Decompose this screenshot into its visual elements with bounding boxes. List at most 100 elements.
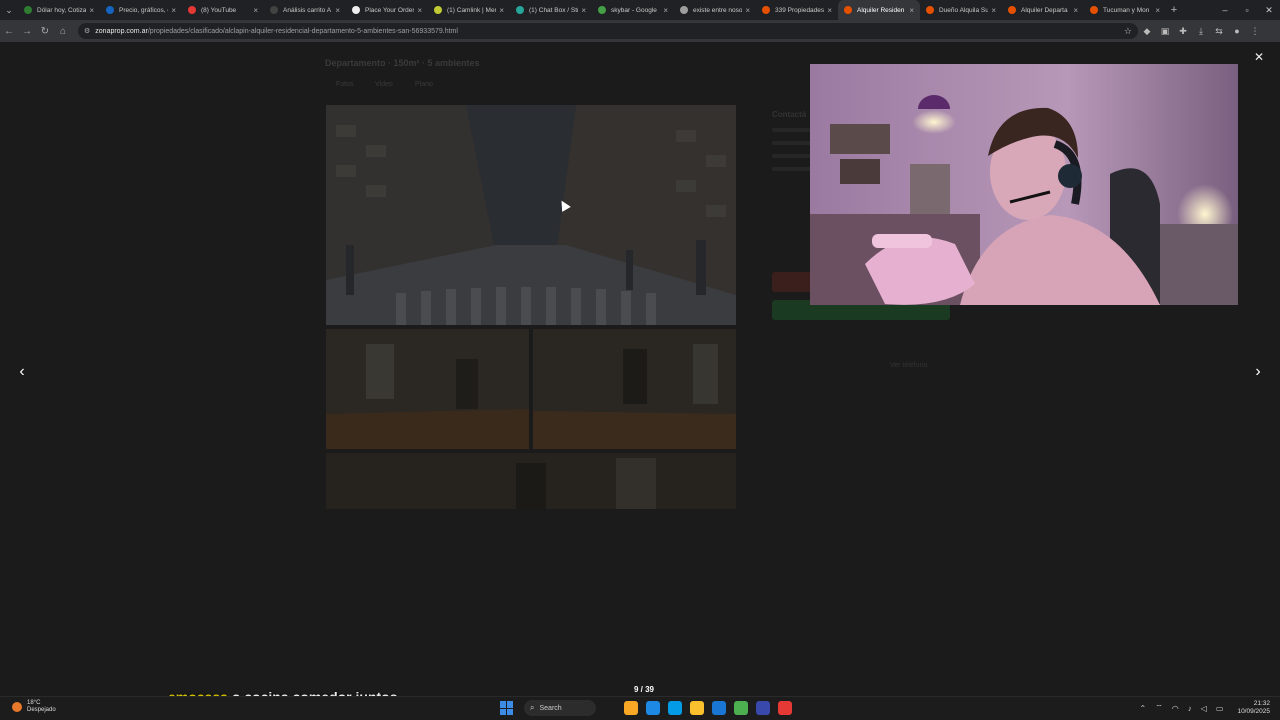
previous-photo-button[interactable]: ‹ [10,360,34,384]
site-info-icon[interactable]: ⚙ [84,27,90,35]
wifi-icon[interactable]: ◠ [1172,704,1179,713]
tab-label: Dólar hoy, Cotiza [37,6,87,14]
tab-favicon-icon [434,6,442,14]
browser-tab[interactable]: Alquiler Departa × [1002,0,1084,20]
browser-tab[interactable]: Precio, gráficos, c × [100,0,182,20]
start-windows-icon[interactable] [500,701,514,715]
listing-photo-room[interactable] [326,453,736,509]
url-host: zonaprop.com.ar [95,27,148,35]
browser-tab[interactable]: (1) Chat Box / Str × [510,0,592,20]
chevron-up-icon[interactable]: ⌃ [1140,704,1147,713]
home-button[interactable]: ⌂ [54,26,72,37]
close-window-button[interactable]: ✕ [1258,0,1280,20]
browser-tab-strip: ⌄ Dólar hoy, Cotiza × Precio, gráficos, c ×… [0,0,1280,20]
minimize-button[interactable]: – [1214,0,1236,20]
profile-avatar[interactable]: ● [1228,26,1246,36]
pinned-app-icon[interactable] [756,701,770,715]
tab-close-icon[interactable]: × [171,6,176,15]
search-label: Search [539,704,562,712]
browser-tab[interactable]: Dólar hoy, Cotiza × [18,0,100,20]
volume-icon[interactable]: ◁ [1201,704,1207,713]
weather-widget[interactable]: 18°C Despejado [12,700,56,714]
pinned-app-icon[interactable] [624,701,638,715]
close-lightbox-button[interactable]: ✕ [1254,50,1264,64]
tab-video[interactable]: Video [375,81,393,88]
pinned-app-icon[interactable] [668,701,682,715]
pinned-app-icon[interactable] [734,701,748,715]
download-icon[interactable]: ⤓ [1192,26,1210,37]
browser-tab[interactable]: (1) Camlink | Men × [428,0,510,20]
tab-close-icon[interactable]: × [581,6,586,15]
clock-time: 21:32 [1253,700,1270,707]
browser-tab[interactable]: skybar - Google × [592,0,674,20]
tab-favicon-icon [1008,6,1016,14]
menu-icon[interactable]: ⋮ [1246,26,1264,37]
tab-label: Alquiler Departa [1021,6,1068,14]
listing-photo-street[interactable] [326,105,736,325]
clock[interactable]: 21:32 10/09/2025 [1237,700,1270,716]
browser-tab[interactable]: Dueño Alquila Su × [920,0,1002,20]
tab-label: Precio, gráficos, c [119,6,169,14]
window-controls: – ▫ ✕ [1214,0,1280,20]
pinned-app-icon[interactable] [646,701,660,715]
new-tab-button[interactable]: + [1166,4,1182,16]
browser-tab[interactable]: existe entre noso × [674,0,756,20]
tab-photos[interactable]: Fotos [336,81,354,88]
tab-close-icon[interactable]: × [1073,6,1078,15]
maximize-button[interactable]: ▫ [1236,0,1258,20]
webcam-overlay [810,64,1238,305]
tab-favicon-icon [352,6,360,14]
extension-icon[interactable]: ▣ [1156,26,1174,37]
network-icon[interactable]: ⌔ [1155,703,1163,713]
tab-label: Análisis carrito A [283,6,332,14]
back-button[interactable]: ← [0,26,18,37]
tabs-container: Dólar hoy, Cotiza × Precio, gráficos, c × (8… [18,0,1166,20]
tab-close-icon[interactable]: × [335,6,340,15]
pinned-app-icon[interactable] [778,701,792,715]
tab-label: Dueño Alquila Su [939,6,989,14]
search-icon: ⌕ [530,703,535,712]
tab-close-icon[interactable]: × [745,6,750,15]
battery-icon[interactable]: ▭ [1216,704,1224,713]
tab-label: (8) YouTube [201,6,237,14]
browser-tab[interactable]: Análisis carrito A × [264,0,346,20]
tab-close-icon[interactable]: × [253,6,258,15]
tab-favicon-icon [516,6,524,14]
browser-tab[interactable]: 339 Propiedades × [756,0,838,20]
extension-icon[interactable]: ◆ [1138,26,1156,37]
microphone-icon[interactable]: ♪ [1188,704,1192,713]
address-bar[interactable]: ⚙ zonaprop.com.ar /propiedades/clasifica… [78,23,1138,39]
tab-close-icon[interactable]: × [909,6,914,15]
browser-tab[interactable]: Place Your Order × [346,0,428,20]
next-photo-button[interactable]: › [1246,360,1270,384]
tab-close-icon[interactable]: × [89,6,94,15]
tab-close-icon[interactable]: × [499,6,504,15]
tab-favicon-icon [844,6,852,14]
pinned-app-icon[interactable] [690,701,704,715]
pinned-app-icon[interactable] [712,701,726,715]
tab-plan[interactable]: Plano [415,81,433,88]
tab-cast-icon[interactable]: ⇆ [1210,26,1228,37]
tab-favicon-icon [598,6,606,14]
listing-photo-room[interactable] [326,329,529,449]
tab-search-icon[interactable]: ⌄ [0,0,18,20]
tab-favicon-icon [762,6,770,14]
tab-favicon-icon [680,6,688,14]
view-phone-link[interactable]: Ver teléfono [890,362,927,369]
bookmark-star-icon[interactable]: ☆ [1124,26,1132,37]
tab-close-icon[interactable]: × [827,6,832,15]
tab-close-icon[interactable]: × [663,6,668,15]
reload-button[interactable]: ↻ [36,26,54,37]
tab-favicon-icon [24,6,32,14]
listing-photo-room[interactable] [533,329,736,449]
tab-close-icon[interactable]: × [991,6,996,15]
tab-close-icon[interactable]: × [417,6,422,15]
extensions-puzzle-icon[interactable]: ✚ [1174,26,1192,37]
tab-close-icon[interactable]: × [1155,6,1160,15]
tab-favicon-icon [188,6,196,14]
taskbar-search[interactable]: ⌕ Search [524,700,596,716]
browser-tab[interactable]: Tucuman y Mon × [1084,0,1166,20]
browser-tab[interactable]: Alquiler Residen × [838,0,920,20]
forward-button[interactable]: → [18,26,36,37]
browser-tab[interactable]: (8) YouTube × [182,0,264,20]
